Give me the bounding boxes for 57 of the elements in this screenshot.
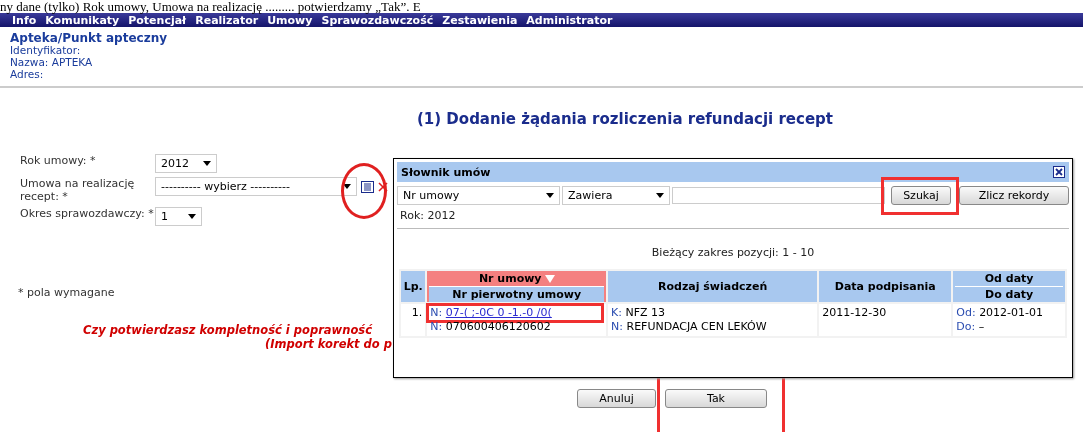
- cell-line: 2011-12-30: [822, 306, 887, 319]
- close-icon[interactable]: [378, 181, 388, 192]
- select-field[interactable]: Zawiera: [562, 186, 670, 205]
- field-label: Okres sprawozdawczy: *: [20, 207, 155, 220]
- field-label: Rok umowy: *: [20, 154, 97, 167]
- header-field: Identyfikator:: [10, 44, 1073, 56]
- select-field[interactable]: Nr umowy: [397, 186, 561, 205]
- header-field: Nazwa: APTEKA: [10, 56, 1073, 68]
- contract-link[interactable]: 07-( ;-0C 0 -1.-0 /0(: [445, 306, 552, 319]
- confirmation-text: (Import korekt do p: [264, 337, 392, 351]
- select-field[interactable]: 2012: [155, 154, 217, 173]
- document-text: ny dane (tylko) Rok umowy, Umowa na realizację ......... potwierdzamy „Tak”. E: [0, 0, 421, 13]
- menu-item[interactable]: Sprawozdawczość: [321, 13, 434, 27]
- caret-icon: [188, 214, 196, 219]
- confirm-button[interactable]: Tak: [665, 389, 767, 408]
- column-header[interactable]: Lp.: [401, 271, 426, 302]
- search-button[interactable]: Szukaj: [891, 186, 951, 205]
- menu-item[interactable]: Zestawienia: [442, 13, 518, 27]
- close-button[interactable]: [1053, 166, 1065, 178]
- select-field[interactable]: 1: [155, 207, 202, 226]
- caret-icon: [546, 193, 555, 198]
- column-header[interactable]: Data podpisania: [819, 271, 952, 302]
- menu-item[interactable]: Potencjał: [128, 13, 187, 27]
- header-title: Apteka/Punkt apteczny: [10, 32, 168, 44]
- search-input[interactable]: [671, 187, 885, 204]
- cell-line: N: 07-( ;-0C 0 -1.-0 /0(: [430, 306, 552, 319]
- cell-line: Do: –: [956, 320, 985, 333]
- menu-item[interactable]: Realizator: [195, 13, 259, 27]
- cell-line: N: REFUNDACJA CEN LEKÓW: [611, 320, 767, 333]
- cell-line: N: 070600406120602: [430, 320, 551, 333]
- caret-icon: [203, 161, 211, 166]
- menu-item[interactable]: Administrator: [526, 13, 613, 27]
- header-field: Adres:: [10, 68, 1073, 80]
- year-text: Rok: 2012: [399, 208, 457, 222]
- cell-line: 1.: [411, 306, 423, 319]
- cancel-button[interactable]: Anuluj: [577, 389, 656, 408]
- caret-icon: [343, 184, 351, 189]
- cell-line: Od: 2012-01-01: [956, 306, 1044, 319]
- menu-item[interactable]: Umowy: [267, 13, 313, 27]
- count-button[interactable]: Zlicz rekordy: [959, 186, 1069, 205]
- confirmation-text: Czy potwierdzasz kompletność i poprawność: [82, 323, 372, 337]
- cell-line: K: NFZ 13: [611, 306, 666, 319]
- caret-icon: [655, 193, 664, 198]
- required-note: * pola wymagane: [18, 286, 115, 299]
- field-label: Umowa na realizację recept: *: [20, 177, 136, 203]
- menu-item[interactable]: Komunikaty: [45, 13, 120, 27]
- column-header[interactable]: Nr umowy Nr pierwotny umowy: [427, 271, 607, 302]
- dialog-title: Słownik umów: [401, 165, 491, 179]
- sort-icon: [544, 274, 555, 283]
- range-text: Bieżący zakres pozycji: 1 - 10: [650, 245, 816, 261]
- select-field[interactable]: ---------- wybierz ----------: [155, 177, 357, 196]
- list-icon[interactable]: [361, 180, 374, 193]
- menu-item[interactable]: Info: [12, 13, 37, 27]
- column-header[interactable]: Rodzaj świadczeń: [608, 271, 818, 302]
- column-header[interactable]: Od daty Do daty: [953, 271, 1065, 302]
- page-title: (1) Dodanie żądania rozliczenia refundacji recept: [417, 110, 834, 128]
- highlight-ring: [341, 163, 387, 219]
